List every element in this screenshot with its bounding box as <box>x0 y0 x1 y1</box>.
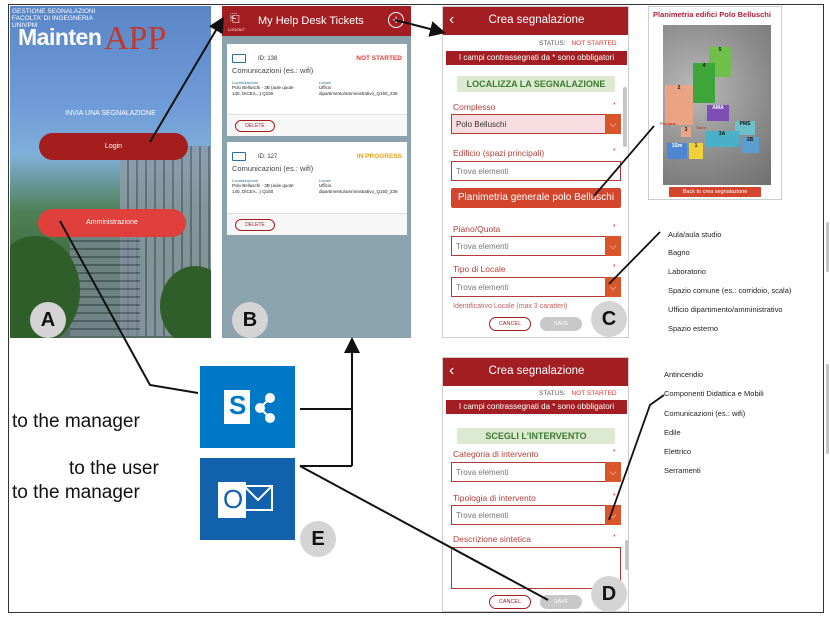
line-save-to-outlook <box>299 465 549 601</box>
connector-arrows <box>59 16 665 601</box>
arrow-map-button-to-map <box>593 125 655 197</box>
arrow-room-type-to-list <box>608 231 661 285</box>
arrow-add-to-form <box>394 19 446 37</box>
arrow-intervention-to-list <box>608 394 665 521</box>
arrow-admin-to-sharepoint <box>59 220 199 394</box>
arrow-login-to-tickets <box>149 16 225 143</box>
